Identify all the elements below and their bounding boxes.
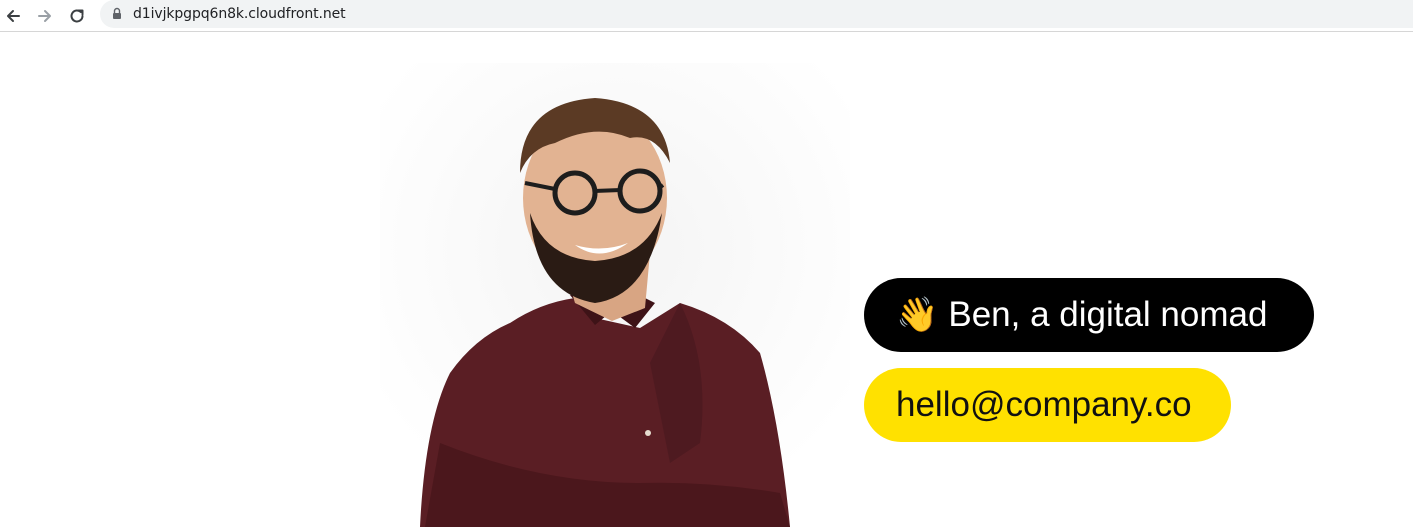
- back-button[interactable]: [0, 3, 26, 29]
- portrait-image: [380, 63, 850, 527]
- name-text: Ben, a digital nomad: [948, 295, 1268, 334]
- waving-hand-icon: 👋: [896, 296, 939, 334]
- forward-arrow-icon: [38, 10, 51, 22]
- lock-icon: [113, 7, 121, 19]
- email-text: hello@company.co: [896, 385, 1192, 424]
- name-badge: 👋 Ben, a digital nomad: [864, 278, 1314, 352]
- reload-icon: [70, 9, 84, 23]
- reload-button[interactable]: [64, 3, 90, 29]
- url-text: d1ivjkpgpq6n8k.cloudfront.net: [133, 6, 346, 22]
- email-badge[interactable]: hello@company.co: [864, 368, 1231, 442]
- page-content: 👋 Ben, a digital nomad hello@company.co: [0, 33, 1413, 527]
- browser-toolbar: d1ivjkpgpq6n8k.cloudfront.net: [0, 0, 1413, 32]
- forward-button[interactable]: [32, 3, 58, 29]
- address-bar[interactable]: d1ivjkpgpq6n8k.cloudfront.net: [100, 0, 1413, 28]
- back-arrow-icon: [7, 10, 20, 22]
